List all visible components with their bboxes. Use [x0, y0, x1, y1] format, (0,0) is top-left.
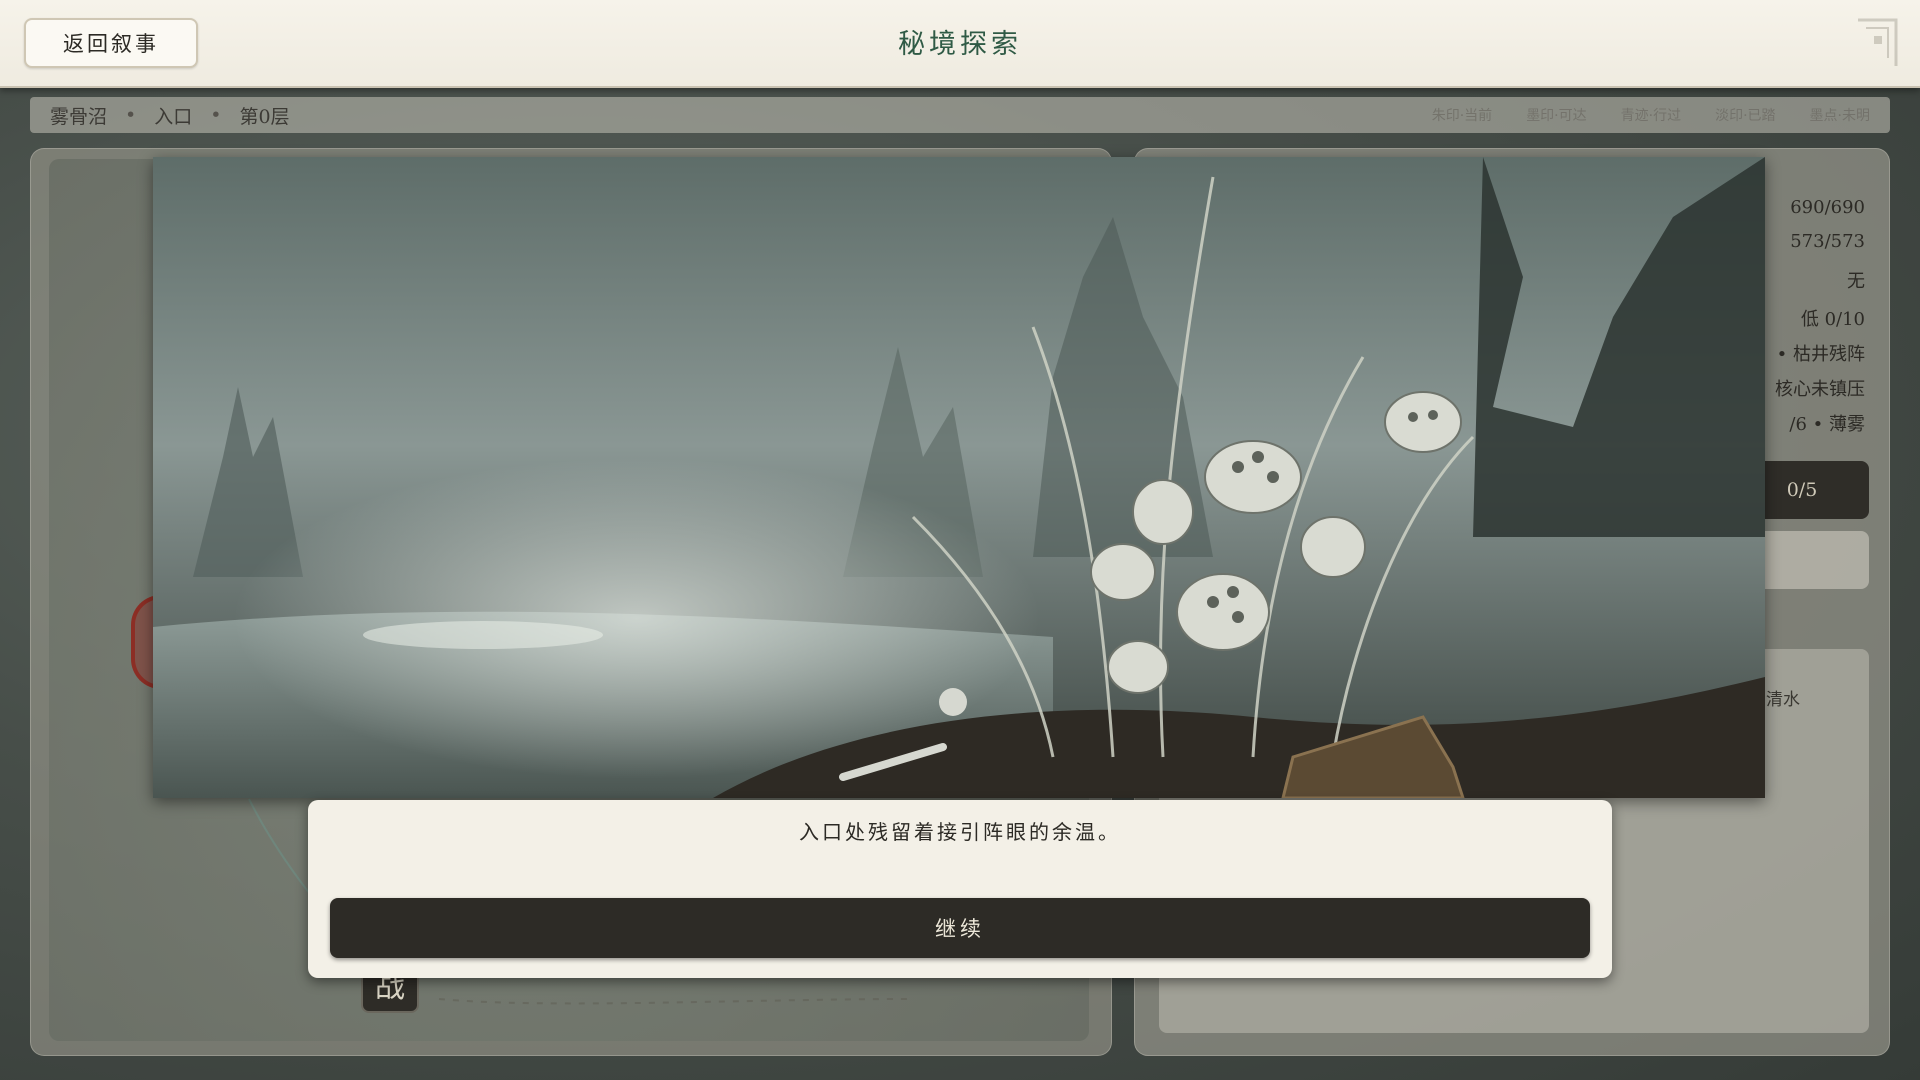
event-dialog: 入口处残留着接引阵眼的余温。 继续	[308, 800, 1612, 978]
legend-item-passed: 青迹·行过	[1620, 108, 1682, 124]
fog-status: /6 • 薄雾	[1789, 414, 1865, 435]
floor-indicator: 第0层	[239, 105, 290, 128]
breadcrumb-separator: •	[210, 104, 222, 126]
event-description: 入口处残留着接引阵眼的余温。	[799, 820, 1121, 844]
map-legend: 朱印·当前 墨印·可达 青迹·行过 淡印·已踏 墨点·未明	[1432, 105, 1870, 125]
swamp-scene-art	[153, 157, 1765, 798]
continue-button[interactable]: 继续	[330, 898, 1590, 958]
hp-value: 690/690	[1790, 197, 1865, 218]
location-bar: 雾骨沼 • 入口 • 第0层 朱印·当前 墨印·可达 青迹·行过 淡印·已踏 墨…	[30, 97, 1890, 133]
legend-item-visited: 淡印·已踏	[1715, 108, 1776, 124]
formation-info: • 枯井残阵	[1776, 344, 1865, 365]
area-name: 雾骨沼	[50, 105, 108, 128]
legend-item-unknown: 墨点·未明	[1809, 108, 1870, 124]
legend-item-current: 朱印·当前	[1431, 108, 1493, 124]
corner-ornament-icon	[1858, 18, 1898, 66]
breadcrumb-separator: •	[125, 104, 137, 126]
danger-level: 低 0/10	[1800, 309, 1865, 330]
status-effect-value: 无	[1847, 271, 1865, 292]
breadcrumb: 雾骨沼 • 入口 • 第0层	[50, 102, 290, 129]
location-point: 入口	[154, 105, 193, 128]
core-status: 核心未镇压	[1775, 379, 1865, 400]
qi-value: 573/573	[1790, 231, 1865, 252]
top-bar: 返回叙事 秘境探索	[0, 0, 1920, 88]
event-scene-illustration	[153, 157, 1765, 798]
legend-item-reachable: 墨印·可达	[1526, 108, 1587, 124]
page-title: 秘境探索	[898, 29, 1022, 60]
